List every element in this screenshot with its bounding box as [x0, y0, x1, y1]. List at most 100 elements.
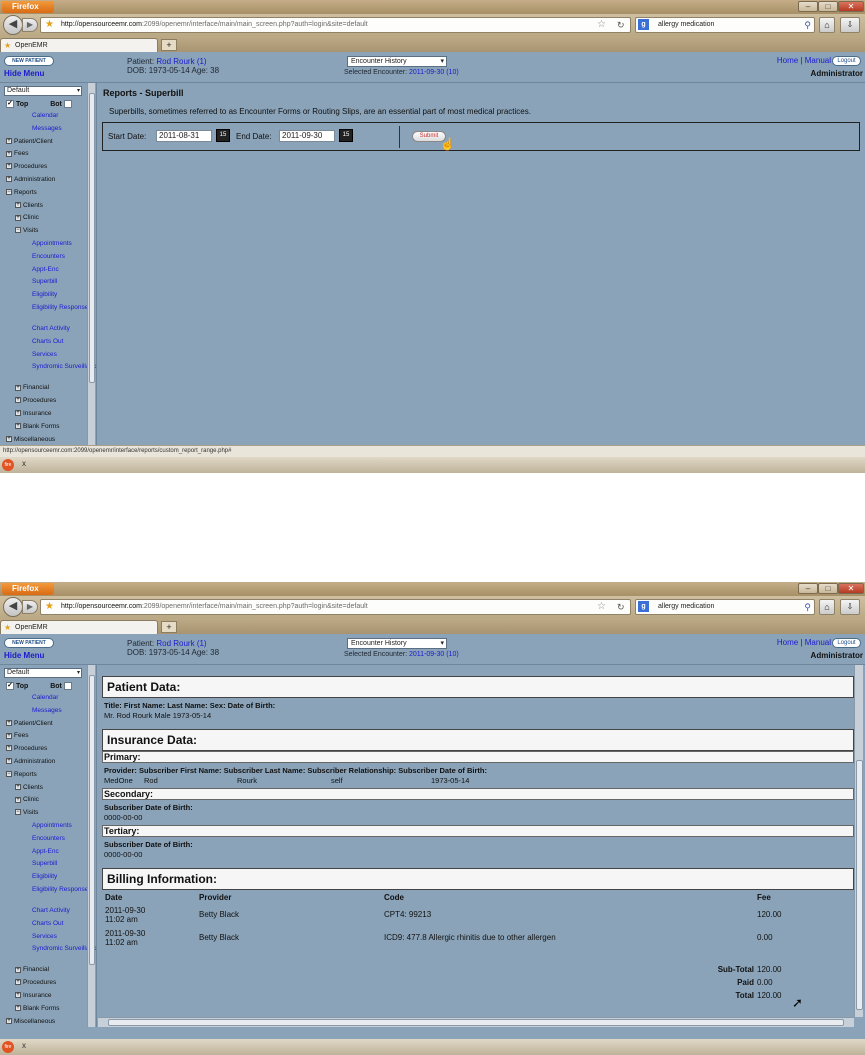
- expand-icon[interactable]: +: [6, 1017, 12, 1024]
- sidebar-item-procedures[interactable]: + Procedures: [0, 395, 94, 408]
- bookmark-star-icon[interactable]: ☆: [597, 600, 606, 614]
- sidebar-item-reports[interactable]: − Reports: [0, 769, 94, 782]
- sidebar-item-miscellaneous[interactable]: + Miscellaneous: [0, 434, 94, 445]
- expand-icon[interactable]: +: [6, 150, 12, 157]
- sidebar-item-blank-forms[interactable]: + Blank Forms: [0, 421, 94, 434]
- sidebar-item-encounters[interactable]: Encounters: [0, 833, 94, 846]
- nav-mode-select[interactable]: Default: [4, 668, 82, 678]
- expand-icon[interactable]: +: [6, 435, 12, 442]
- sidebar-item-syndromic-surveillance[interactable]: Syndromic Surveillance: [0, 943, 96, 964]
- new-tab-button[interactable]: +: [161, 39, 177, 51]
- sidebar-item-miscellaneous[interactable]: + Miscellaneous: [0, 1016, 94, 1027]
- sidebar-item-chart-activity[interactable]: Chart Activity: [0, 323, 94, 336]
- minimize-icon[interactable]: –: [798, 1, 818, 12]
- expand-icon[interactable]: +: [6, 719, 12, 726]
- tab-openemr[interactable]: ★ OpenEMR: [0, 38, 158, 52]
- sidebar-item-clients[interactable]: + Clients: [0, 200, 94, 213]
- collapse-icon[interactable]: −: [6, 771, 12, 778]
- sidebar-item-eligibility[interactable]: Eligibility: [0, 871, 94, 884]
- close-icon[interactable]: ✕: [838, 583, 864, 594]
- selected-encounter-link[interactable]: 2011-09-30 (10): [409, 651, 459, 658]
- sidebar-item-syndromic-surveillance[interactable]: Syndromic Surveillance: [0, 361, 96, 382]
- sidebar-item-visits[interactable]: − Visits: [0, 225, 94, 238]
- sidebar-item-appt-enc[interactable]: Appt-Enc: [0, 264, 94, 277]
- bookmark-star-icon[interactable]: ☆: [597, 18, 606, 32]
- expand-icon[interactable]: +: [6, 176, 12, 183]
- selected-encounter-link[interactable]: 2011-09-30 (10): [409, 69, 459, 76]
- expand-icon[interactable]: +: [6, 137, 12, 144]
- nav-scroll-thumb[interactable]: [89, 675, 95, 965]
- sidebar-item-eligibility-response[interactable]: Eligibility Response: [0, 884, 94, 905]
- home-link[interactable]: Home: [777, 638, 798, 647]
- sidebar-item-fees[interactable]: + Fees: [0, 148, 94, 161]
- sidebar-item-fees[interactable]: + Fees: [0, 730, 94, 743]
- sidebar-item-procedures[interactable]: + Procedures: [0, 977, 94, 990]
- manual-link[interactable]: Manual: [805, 56, 831, 65]
- sidebar-item-encounters[interactable]: Encounters: [0, 251, 94, 264]
- logout-button[interactable]: Logout: [832, 638, 861, 648]
- sidebar-item-patient-client[interactable]: + Patient/Client: [0, 136, 94, 149]
- downloads-icon[interactable]: ⇩: [840, 599, 860, 615]
- sidebar-item-patient-client[interactable]: + Patient/Client: [0, 718, 94, 731]
- sidebar-item-reports[interactable]: − Reports: [0, 187, 94, 200]
- expand-icon[interactable]: +: [15, 397, 21, 404]
- sidebar-item-administration[interactable]: + Administration: [0, 174, 94, 187]
- sidebar-item-visits[interactable]: − Visits: [0, 807, 94, 820]
- firefox-taskbar-icon[interactable]: fire: [2, 1041, 14, 1053]
- hide-menu-link[interactable]: Hide Menu: [4, 69, 44, 78]
- patient-name-link[interactable]: Rod Rourk (1): [156, 639, 206, 648]
- home-link[interactable]: Home: [777, 56, 798, 65]
- home-icon[interactable]: ⌂: [819, 599, 835, 615]
- sidebar-item-financial[interactable]: + Financial: [0, 964, 94, 977]
- sidebar-item-clients[interactable]: + Clients: [0, 782, 94, 795]
- expand-icon[interactable]: +: [15, 201, 21, 208]
- expand-icon[interactable]: +: [15, 796, 21, 803]
- home-icon[interactable]: ⌂: [819, 17, 835, 33]
- downloads-icon[interactable]: ⇩: [840, 17, 860, 33]
- expand-icon[interactable]: +: [15, 423, 21, 430]
- expand-icon[interactable]: +: [15, 966, 21, 973]
- content-hscroll-thumb[interactable]: [108, 1019, 844, 1026]
- sidebar-item-messages[interactable]: Messages: [0, 123, 94, 136]
- url-bar[interactable]: ★ http://opensourceemr.com:2099/openemr/…: [40, 599, 631, 615]
- nav-mode-select[interactable]: Default: [4, 86, 82, 96]
- sidebar-item-appointments[interactable]: Appointments: [0, 820, 94, 833]
- bot-checkbox[interactable]: [63, 682, 72, 690]
- sidebar-item-calendar[interactable]: Calendar: [0, 692, 94, 705]
- sidebar-item-clinic[interactable]: + Clinic: [0, 794, 94, 807]
- content-vscroll-thumb[interactable]: [856, 760, 863, 1010]
- sidebar-item-administration[interactable]: + Administration: [0, 756, 94, 769]
- search-icon[interactable]: ⚲: [804, 18, 811, 32]
- nav-scrollbar[interactable]: [87, 83, 95, 445]
- sidebar-item-procedures[interactable]: + Procedures: [0, 743, 94, 756]
- sidebar-item-messages[interactable]: Messages: [0, 705, 94, 718]
- start-date-input[interactable]: 2011-08-31: [156, 130, 212, 142]
- firefox-taskbar-icon[interactable]: fire: [2, 459, 14, 471]
- new-patient-button[interactable]: NEW PATIENT: [4, 56, 54, 66]
- sidebar-item-clinic[interactable]: + Clinic: [0, 212, 94, 225]
- top-checkbox[interactable]: ✓: [6, 682, 14, 690]
- sidebar-item-charts-out[interactable]: Charts Out: [0, 336, 94, 349]
- nav-scrollbar[interactable]: [87, 665, 95, 1027]
- sidebar-item-calendar[interactable]: Calendar: [0, 110, 94, 123]
- sidebar-item-financial[interactable]: + Financial: [0, 382, 94, 395]
- forward-icon[interactable]: ▶: [22, 18, 38, 32]
- sidebar-item-services[interactable]: Services: [0, 349, 94, 362]
- back-icon[interactable]: ◀: [3, 15, 23, 35]
- sidebar-item-superbill[interactable]: Superbill: [0, 276, 94, 289]
- encounter-history-select[interactable]: Encounter History: [347, 56, 447, 67]
- sidebar-item-appt-enc[interactable]: Appt-Enc: [0, 846, 94, 859]
- sidebar-item-eligibility[interactable]: Eligibility: [0, 289, 94, 302]
- tab-openemr[interactable]: ★ OpenEMR: [0, 620, 158, 634]
- sidebar-item-eligibility-response[interactable]: Eligibility Response: [0, 302, 94, 323]
- expand-icon[interactable]: +: [15, 410, 21, 417]
- url-bar[interactable]: ★ http://opensourceemr.com:2099/openemr/…: [40, 17, 631, 33]
- sidebar-item-chart-activity[interactable]: Chart Activity: [0, 905, 94, 918]
- expand-icon[interactable]: +: [15, 384, 21, 391]
- close-icon[interactable]: ✕: [838, 1, 864, 12]
- logout-button[interactable]: Logout: [832, 56, 861, 66]
- minimize-icon[interactable]: –: [798, 583, 818, 594]
- content-hscrollbar[interactable]: [98, 1017, 854, 1027]
- reload-icon[interactable]: ↻: [617, 18, 625, 32]
- new-patient-button[interactable]: NEW PATIENT: [4, 638, 54, 648]
